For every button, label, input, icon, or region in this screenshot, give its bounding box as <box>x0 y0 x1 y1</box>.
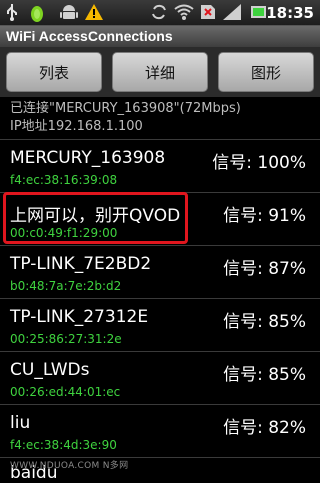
network-mac: 00:25:86:27:31:2e <box>10 332 122 346</box>
list-button[interactable]: 列表 <box>6 52 102 92</box>
network-name: TP-LINK_27312E <box>10 307 149 327</box>
pea-icon <box>31 6 43 22</box>
network-name: liu <box>10 413 31 433</box>
connection-status: 已连接"MERCURY_163908"(72Mbps) <box>10 101 241 116</box>
network-list: MERCURY_163908 f4:ec:38:16:39:08 信号: 100… <box>0 139 320 483</box>
graph-button[interactable]: 图形 <box>218 52 314 92</box>
network-name: TP-LINK_7E2BD2 <box>10 254 152 274</box>
network-mac: f4:ec:38:16:39:08 <box>10 173 118 187</box>
toolbar: 列表 详细 图形 <box>0 47 320 97</box>
network-name: MERCURY_163908 <box>10 148 166 168</box>
network-mac: 00:26:ed:44:01:ec <box>10 385 121 399</box>
network-signal: 信号: 85% <box>223 312 306 332</box>
clock: 18:35 <box>266 4 314 22</box>
network-mac: b0:48:7a:7e:2b:d2 <box>10 279 122 293</box>
network-row[interactable]: TP-LINK_27312E 00:25:86:27:31:2e 信号: 85% <box>0 298 320 351</box>
warning-icon <box>85 4 103 20</box>
sync-icon <box>152 4 166 20</box>
status-bar: 18:35 <box>0 0 320 26</box>
network-name: CU_LWDs <box>10 360 90 380</box>
ip-address: IP地址192.168.1.100 <box>10 119 143 134</box>
app-title-bar: WiFi AccessConnections <box>0 26 320 48</box>
network-signal: 信号: 100% <box>212 153 306 173</box>
network-signal: 信号: 91% <box>223 206 306 226</box>
network-row[interactable]: liu f4:ec:38:4d:3e:90 信号: 82% <box>0 404 320 457</box>
wifi-icon <box>174 4 194 20</box>
no-sim-icon <box>201 5 215 19</box>
network-row[interactable]: MERCURY_163908 f4:ec:38:16:39:08 信号: 100… <box>0 139 320 192</box>
network-signal: 信号: 82% <box>223 418 306 438</box>
network-row[interactable]: TP-LINK_7E2BD2 b0:48:7a:7e:2b:d2 信号: 87% <box>0 245 320 298</box>
network-row[interactable]: CU_LWDs 00:26:ed:44:01:ec 信号: 85% <box>0 351 320 404</box>
usb-icon <box>7 4 17 21</box>
app-title: WiFi AccessConnections <box>6 28 173 44</box>
network-signal: 信号: 87% <box>223 259 306 279</box>
android-icon <box>60 5 78 19</box>
watermark: WWW.NDUOA.COM N多网 <box>10 461 129 471</box>
highlight-box <box>3 192 188 244</box>
network-mac: f4:ec:38:4d:3e:90 <box>10 438 117 452</box>
detail-button[interactable]: 详细 <box>112 52 208 92</box>
signal-icon <box>223 4 241 20</box>
network-signal: 信号: 85% <box>223 365 306 385</box>
connection-info: 已连接"MERCURY_163908"(72Mbps) IP地址192.168.… <box>10 100 315 136</box>
